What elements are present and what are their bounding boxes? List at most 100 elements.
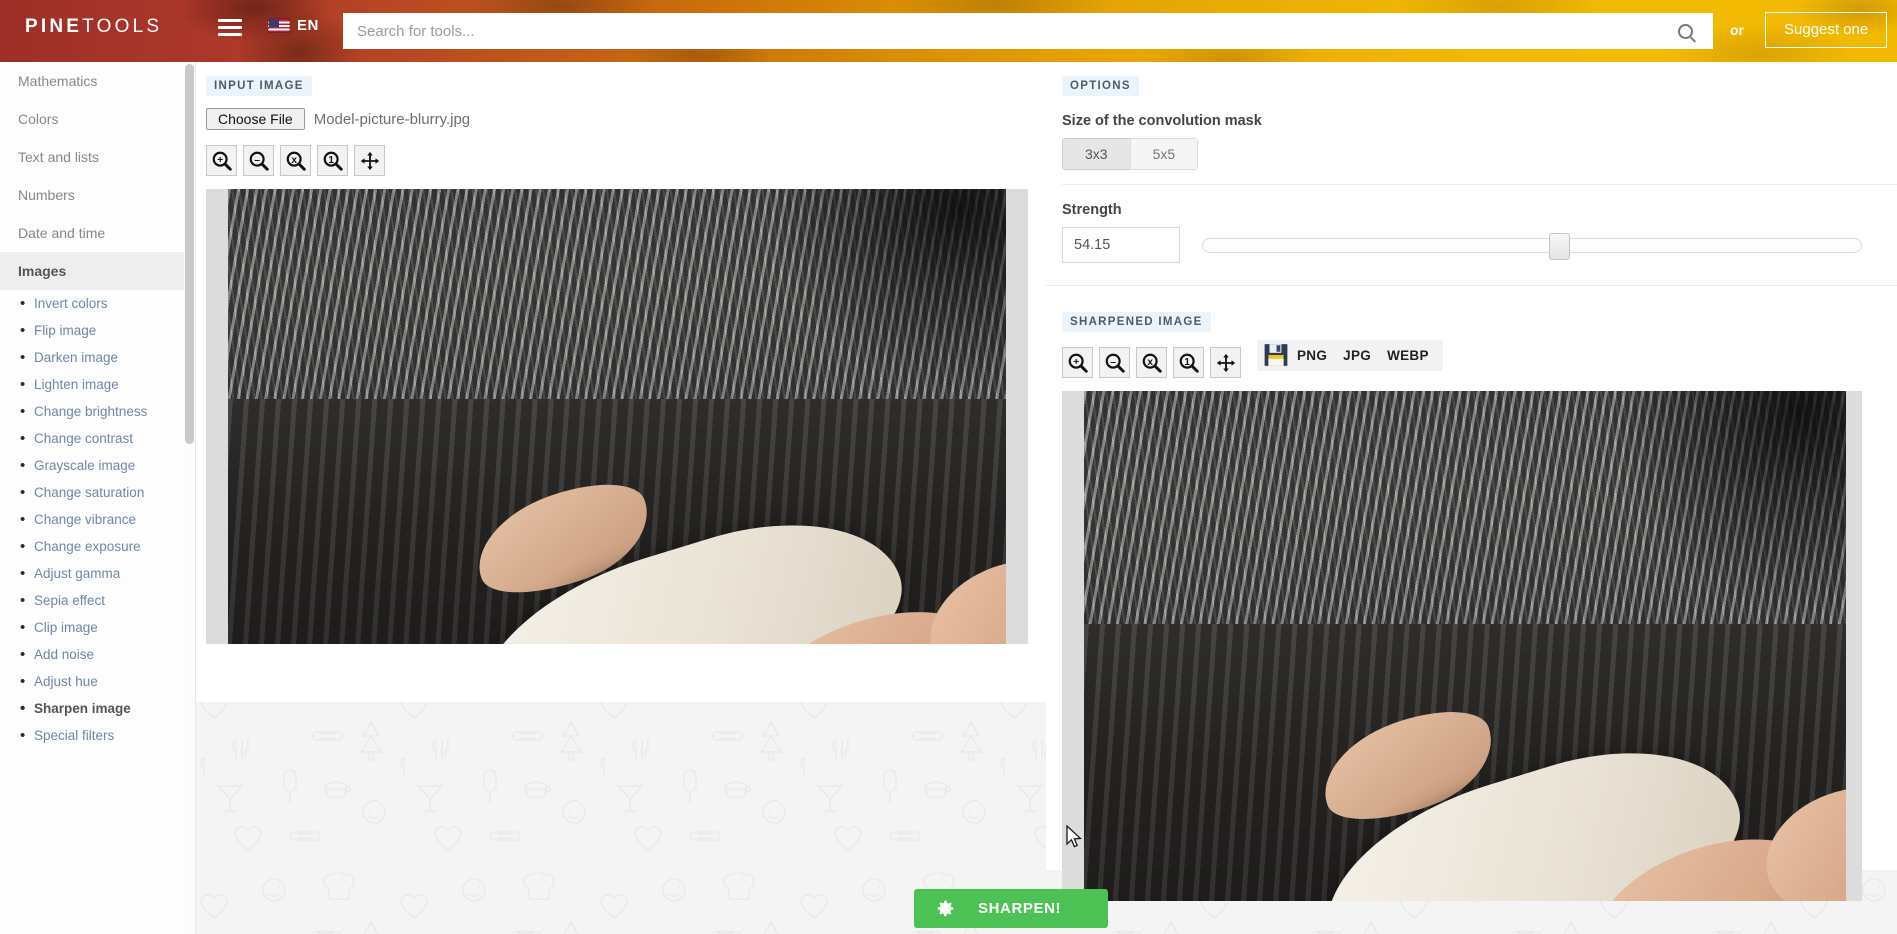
- choose-file-button[interactable]: Choose File: [206, 108, 305, 130]
- sidebar-item-add-noise[interactable]: Add noise: [0, 641, 195, 668]
- download-webp-link[interactable]: WEBP: [1379, 348, 1437, 363]
- options-divider: [1062, 184, 1897, 185]
- sidebar-item-sepia-effect[interactable]: Sepia effect: [0, 587, 195, 614]
- sidebar-item-flip-image[interactable]: Flip image: [0, 317, 195, 344]
- sidebar-item-change-brightness[interactable]: Change brightness: [0, 398, 195, 425]
- pan-move-icon: [1215, 352, 1237, 374]
- hamburger-bar-1: [218, 19, 242, 22]
- gear-icon: [937, 900, 954, 917]
- download-jpg-link[interactable]: JPG: [1335, 348, 1379, 363]
- options-title: OPTIONS: [1062, 76, 1139, 96]
- sidebar-item-grayscale-image[interactable]: Grayscale image: [0, 452, 195, 479]
- sidebar-category-numbers[interactable]: Numbers: [0, 176, 195, 214]
- zoom-reset-icon: x: [1141, 352, 1163, 374]
- input-zoom-in-button[interactable]: +: [206, 145, 237, 176]
- svg-text:+: +: [1073, 356, 1079, 367]
- svg-text:–: –: [254, 154, 260, 165]
- sidebar-item-special-filters[interactable]: Special filters: [0, 722, 195, 749]
- strength-slider-thumb[interactable]: [1549, 232, 1571, 260]
- out-dark-corner: [1617, 391, 1846, 614]
- sidebar-item-lighten-image[interactable]: Lighten image: [0, 371, 195, 398]
- strength-control-row: [1062, 227, 1897, 263]
- hamburger-menu-icon[interactable]: [218, 19, 242, 41]
- input-image-frame[interactable]: [206, 189, 1028, 644]
- svg-text:x: x: [1147, 356, 1153, 367]
- sidebar-item-darken-image[interactable]: Darken image: [0, 344, 195, 371]
- sidebar-category-mathematics[interactable]: Mathematics: [0, 62, 195, 100]
- output-zoom-actual-size-button[interactable]: 1: [1173, 347, 1204, 378]
- mask-size-option-5x5[interactable]: 5x5: [1129, 138, 1199, 170]
- pan-move-icon: [359, 150, 381, 172]
- input-zoom-toolbar: + – x 1: [206, 145, 1046, 176]
- sharpen-action-button[interactable]: SHARPEN!: [914, 889, 1108, 928]
- sidebar-category-colors[interactable]: Colors: [0, 100, 195, 138]
- save-floppy-icon[interactable]: [1263, 342, 1289, 368]
- sidebar-scrollbar-track[interactable]: [184, 62, 195, 934]
- logo-pine-text: PINE: [25, 16, 83, 37]
- zoom-actual-size-icon: 1: [1178, 352, 1200, 374]
- svg-text:+: +: [217, 154, 223, 165]
- input-image-preview[interactable]: [228, 189, 1006, 644]
- mask-size-label: Size of the convolution mask: [1062, 113, 1262, 129]
- save-format-group: PNG JPG WEBP: [1257, 339, 1443, 371]
- sidebar-navigation: Mathematics Colors Text and lists Numbers Da…: [0, 62, 196, 934]
- sidebar-item-change-vibrance[interactable]: Change vibrance: [0, 506, 195, 533]
- download-png-link[interactable]: PNG: [1289, 348, 1335, 363]
- output-pan-move-button[interactable]: [1210, 347, 1241, 378]
- output-image-frame[interactable]: [1062, 391, 1862, 901]
- sidebar-category-date-and-time[interactable]: Date and time: [0, 214, 195, 252]
- output-zoom-reset-button[interactable]: x: [1136, 347, 1167, 378]
- input-image-title: INPUT IMAGE: [206, 76, 312, 96]
- zoom-in-icon: +: [1067, 352, 1089, 374]
- output-zoom-in-button[interactable]: +: [1062, 347, 1093, 378]
- sidebar-category-images[interactable]: Images: [0, 252, 195, 290]
- or-separator-label: or: [1730, 22, 1744, 38]
- suggest-one-button[interactable]: Suggest one: [1765, 12, 1888, 48]
- strength-value-input[interactable]: [1062, 227, 1180, 263]
- strength-label: Strength: [1062, 202, 1122, 218]
- svg-text:1: 1: [1184, 356, 1190, 367]
- selected-file-name: Model-picture-blurry.jpg: [313, 110, 471, 128]
- sidebar-item-change-exposure[interactable]: Change exposure: [0, 533, 195, 560]
- mask-size-segmented-control: 3x3 5x5: [1062, 138, 1199, 170]
- search-bar: [343, 13, 1713, 49]
- input-zoom-out-button[interactable]: –: [243, 145, 274, 176]
- zoom-in-icon: +: [211, 150, 233, 172]
- search-icon: [1677, 23, 1693, 39]
- zoom-out-icon: –: [248, 150, 270, 172]
- search-input[interactable]: [343, 13, 1657, 49]
- sidebar-item-clip-image[interactable]: Clip image: [0, 614, 195, 641]
- input-zoom-actual-size-button[interactable]: 1: [317, 145, 348, 176]
- sidebar-item-invert-colors[interactable]: Invert colors: [0, 290, 195, 317]
- zoom-out-icon: –: [1104, 352, 1126, 374]
- input-zoom-reset-button[interactable]: x: [280, 145, 311, 176]
- zoom-reset-icon: x: [285, 150, 307, 172]
- hamburger-bar-3: [218, 33, 242, 36]
- search-submit-button[interactable]: [1657, 13, 1713, 49]
- output-zoom-out-button[interactable]: –: [1099, 347, 1130, 378]
- svg-text:–: –: [1110, 356, 1116, 367]
- sidebar-item-change-saturation[interactable]: Change saturation: [0, 479, 195, 506]
- zoom-actual-size-icon: 1: [322, 150, 344, 172]
- photo-dark-corner: [772, 189, 1006, 390]
- sidebar-item-sharpen-image[interactable]: Sharpen image: [0, 695, 195, 722]
- sidebar-list: Mathematics Colors Text and lists Numbers Da…: [0, 62, 195, 749]
- sidebar-category-text-and-lists[interactable]: Text and lists: [0, 138, 195, 176]
- sidebar-scrollbar-thumb[interactable]: [185, 64, 194, 444]
- language-selector[interactable]: EN: [268, 17, 319, 34]
- output-zoom-toolbar: + – x 1: [1062, 347, 1241, 378]
- input-pan-move-button[interactable]: [354, 145, 385, 176]
- svg-text:1: 1: [328, 154, 334, 165]
- sharpen-button-label: SHARPEN!: [978, 900, 1062, 917]
- sidebar-item-change-contrast[interactable]: Change contrast: [0, 425, 195, 452]
- strength-slider-track[interactable]: [1202, 232, 1862, 260]
- logo-tools-text: TOOLS: [82, 16, 163, 37]
- input-image-panel: INPUT IMAGE Choose File Model-picture-bl…: [196, 62, 1046, 702]
- main-content-area: INPUT IMAGE Choose File Model-picture-bl…: [196, 62, 1897, 934]
- language-code-label: EN: [297, 17, 319, 34]
- sharpened-image-preview[interactable]: [1084, 391, 1846, 901]
- sidebar-item-adjust-gamma[interactable]: Adjust gamma: [0, 560, 195, 587]
- pinetools-logo[interactable]: PINETOOLS: [25, 16, 162, 38]
- mask-size-option-3x3[interactable]: 3x3: [1062, 138, 1131, 170]
- sidebar-item-adjust-hue[interactable]: Adjust hue: [0, 668, 195, 695]
